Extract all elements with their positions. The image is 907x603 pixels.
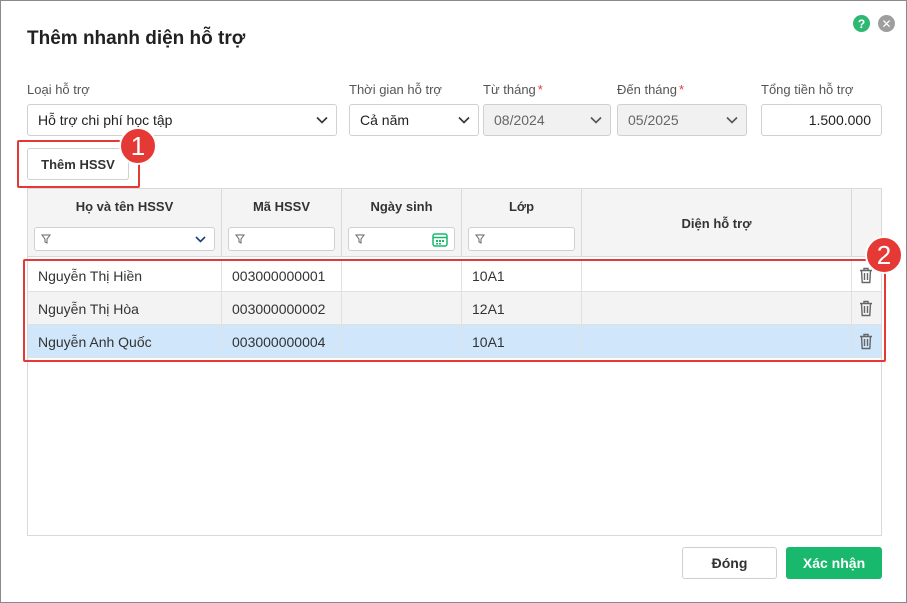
support-time-select[interactable]: Cả năm xyxy=(349,104,479,136)
support-time-label: Thời gian hỗ trợ xyxy=(349,82,442,97)
quick-add-support-dialog: Thêm nhanh diện hỗ trợ ? ✕ Loại hỗ trợ T… xyxy=(0,0,907,603)
column-header-class: Lớp xyxy=(462,189,582,257)
class-filter-input[interactable] xyxy=(468,227,575,251)
dialog-title: Thêm nhanh diện hỗ trợ xyxy=(27,28,246,49)
from-month-label: Từ tháng * xyxy=(483,82,543,97)
code-filter-input[interactable] xyxy=(228,227,335,251)
from-month-select[interactable]: 08/2024 xyxy=(483,104,611,136)
help-icon[interactable]: ? xyxy=(853,15,870,32)
support-type-value: Hỗ trợ chi phí học tập xyxy=(38,112,173,128)
filter-icon xyxy=(235,234,245,244)
required-mark: * xyxy=(537,82,543,97)
from-month-value: 08/2024 xyxy=(494,112,545,128)
to-month-select[interactable]: 05/2025 xyxy=(617,104,747,136)
to-month-label: Đến tháng * xyxy=(617,82,685,97)
column-header-dob: Ngày sinh xyxy=(342,189,462,257)
total-amount-label: Tổng tiền hỗ trợ xyxy=(761,82,854,97)
chevron-down-icon xyxy=(195,236,206,243)
annotation-badge-2: 2 xyxy=(865,236,903,274)
annotation-box-2 xyxy=(23,259,886,362)
annotation-badge-1: 1 xyxy=(119,127,157,165)
to-month-value: 05/2025 xyxy=(628,112,679,128)
column-header-code: Mã HSSV xyxy=(222,189,342,257)
confirm-button[interactable]: Xác nhận xyxy=(786,547,882,579)
column-header-support: Diện hỗ trợ xyxy=(582,189,852,257)
name-filter-select[interactable] xyxy=(34,227,215,251)
filter-icon xyxy=(475,234,485,244)
student-grid: Họ và tên HSSV Mã HSSV Ngày sinh Lớp Diệ… xyxy=(27,188,882,536)
filter-icon xyxy=(355,234,365,244)
required-mark: * xyxy=(679,82,685,97)
chevron-down-icon xyxy=(308,105,336,135)
filter-icon xyxy=(41,234,51,244)
calendar-icon[interactable] xyxy=(432,232,448,247)
support-type-label: Loại hỗ trợ xyxy=(27,82,90,97)
chevron-down-icon xyxy=(582,105,610,135)
support-type-select[interactable]: Hỗ trợ chi phí học tập xyxy=(27,104,337,136)
chevron-down-icon xyxy=(450,105,478,135)
total-amount-value: 1.500.000 xyxy=(808,112,871,128)
total-amount-input[interactable]: 1.500.000 xyxy=(761,104,882,136)
dob-filter-input[interactable] xyxy=(348,227,455,251)
close-button[interactable]: Đóng xyxy=(682,547,777,579)
support-time-value: Cả năm xyxy=(360,112,410,128)
column-header-name: Họ và tên HSSV xyxy=(28,189,222,257)
chevron-down-icon xyxy=(718,105,746,135)
close-icon[interactable]: ✕ xyxy=(878,15,895,32)
